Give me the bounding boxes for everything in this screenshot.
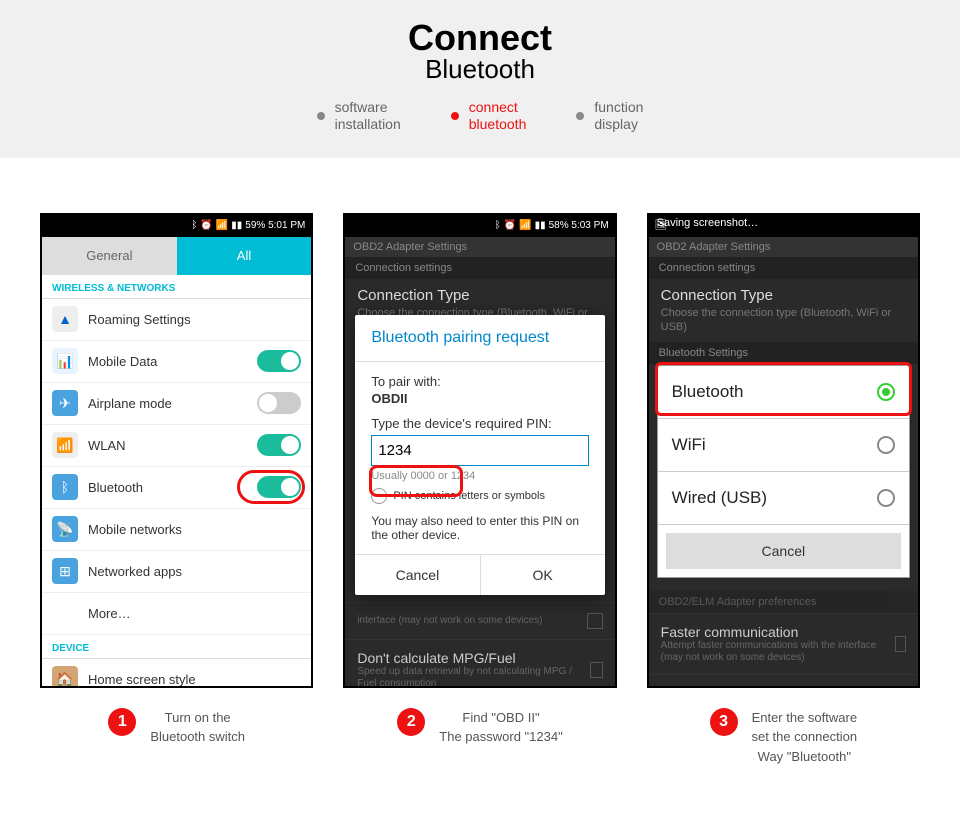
pref-label: OBD2/ELM Adapter preferences (649, 591, 918, 613)
bt-settings-label: Bluetooth Settings (649, 342, 918, 364)
screenshot-3: 🖼 Saving screenshot… OBD2 Adapter Settin… (647, 213, 920, 688)
pin-letters-check[interactable]: PIN contains letters or symbols (371, 488, 588, 504)
dot-icon (317, 112, 325, 120)
section-label: Connection settings (649, 257, 918, 279)
dot-icon (576, 112, 584, 120)
checkbox[interactable] (587, 613, 603, 629)
row-faster[interactable]: interface (may not work on some devices) (345, 602, 614, 639)
subtitle: Bluetooth (0, 54, 960, 85)
row-mobiledata[interactable]: 📊Mobile Data (42, 341, 311, 383)
toggle[interactable] (257, 392, 301, 414)
option-wifi[interactable]: WiFi (658, 419, 909, 472)
tab-function[interactable]: functiondisplay (576, 99, 643, 133)
caption-1: 1Turn on theBluetooth switch (40, 708, 313, 767)
modal-title: Bluetooth pairing request (355, 315, 604, 362)
row-airplane[interactable]: ✈Airplane mode (42, 383, 311, 425)
section-label: Connection settings (345, 257, 614, 279)
bluetooth-icon: ᛒ (52, 474, 78, 500)
data-icon: 📊 (52, 348, 78, 374)
step-badge: 3 (710, 708, 738, 736)
app-title: OBD2 Adapter Settings (345, 237, 614, 257)
checkbox[interactable] (895, 636, 906, 652)
conn-type-heading: Connection Type (345, 279, 614, 306)
roaming-icon: ▲ (52, 306, 78, 332)
conn-type-sub: Choose the connection type (Bluetooth, W… (649, 306, 918, 343)
tab-software[interactable]: softwareinstallation (317, 99, 401, 133)
caption-2: 2Find "OBD II"The password "1234" (343, 708, 616, 767)
dot-icon (451, 112, 459, 120)
tab-all[interactable]: All (177, 237, 312, 275)
radio-icon (877, 383, 895, 401)
row-more[interactable]: More… (42, 593, 311, 635)
tab-general[interactable]: General (42, 237, 177, 275)
bt-icon: ᛒ (191, 220, 197, 231)
section-device: DEVICE (42, 635, 311, 659)
cancel-button[interactable]: Cancel (666, 533, 901, 569)
wlan-icon: 📶 (52, 432, 78, 458)
row-mobilenet[interactable]: 📡Mobile networks (42, 509, 311, 551)
cancel-button[interactable]: Cancel (355, 555, 480, 595)
signal-icon: ▮▮ (231, 220, 242, 231)
option-bluetooth[interactable]: Bluetooth (658, 366, 909, 419)
row-faster[interactable]: Faster communicationAttempt faster commu… (649, 613, 918, 674)
wifi-icon: 📶 (216, 220, 228, 231)
toggle[interactable] (257, 476, 301, 498)
radio-icon (877, 489, 895, 507)
ok-button[interactable]: OK (481, 555, 605, 595)
row-roaming[interactable]: ▲Roaming Settings (42, 299, 311, 341)
option-usb[interactable]: Wired (USB) (658, 472, 909, 525)
app-title: OBD2 Adapter Settings (649, 237, 918, 257)
header: Connect Bluetooth softwareinstallation c… (0, 0, 960, 158)
pin-input[interactable] (371, 435, 588, 466)
pair-device: OBDII (371, 391, 588, 406)
row-wlan[interactable]: 📶WLAN (42, 425, 311, 467)
screenshot-2: ᛒ⏰📶▮▮58% 5:03 PM OBD2 Adapter Settings C… (343, 213, 616, 688)
settings-tabs: General All (42, 237, 311, 275)
network-icon: 📡 (52, 516, 78, 542)
status-bar: ᛒ⏰📶▮▮59% 5:01 PM (42, 215, 311, 237)
pair-label: To pair with: (371, 374, 588, 389)
row-mpg[interactable]: Don't calculate MPG/FuelSpeed up data re… (649, 674, 918, 687)
checkbox[interactable] (590, 662, 603, 678)
apps-icon: ⊞ (52, 558, 78, 584)
pin-label: Type the device's required PIN: (371, 416, 588, 431)
step-badge: 1 (108, 708, 136, 736)
caption-3: 3Enter the softwareset the connectionWay… (647, 708, 920, 767)
step-badge: 2 (397, 708, 425, 736)
section-wireless: WIRELESS & NETWORKS (42, 275, 311, 299)
tab-bluetooth[interactable]: connectbluetooth (451, 99, 527, 133)
row-mpg[interactable]: Don't calculate MPG/FuelSpeed up data re… (345, 639, 614, 687)
row-bluetooth[interactable]: ᛒBluetooth (42, 467, 311, 509)
screenshot-1: ᛒ⏰📶▮▮59% 5:01 PM General All WIRELESS & … (40, 213, 313, 688)
nav-tabs: softwareinstallation connectbluetooth fu… (0, 99, 960, 133)
toggle[interactable] (257, 350, 301, 372)
toggle[interactable] (257, 434, 301, 456)
pairing-modal: Bluetooth pairing request To pair with: … (355, 315, 604, 595)
home-icon: 🏠 (52, 666, 78, 688)
title: Connect (0, 20, 960, 56)
airplane-icon: ✈ (52, 390, 78, 416)
pin-note: You may also need to enter this PIN on t… (371, 514, 588, 542)
radio-icon (877, 436, 895, 454)
conntype-modal: Bluetooth WiFi Wired (USB) Cancel (657, 365, 910, 578)
row-netapps[interactable]: ⊞Networked apps (42, 551, 311, 593)
status-bar: ᛒ⏰📶▮▮58% 5:03 PM (345, 215, 614, 237)
pin-hint: Usually 0000 or 1234 (371, 470, 588, 482)
conn-type-heading: Connection Type (649, 279, 918, 306)
row-home[interactable]: 🏠Home screen style (42, 659, 311, 688)
toast: Saving screenshot… (657, 217, 759, 229)
radio-icon (371, 488, 387, 504)
